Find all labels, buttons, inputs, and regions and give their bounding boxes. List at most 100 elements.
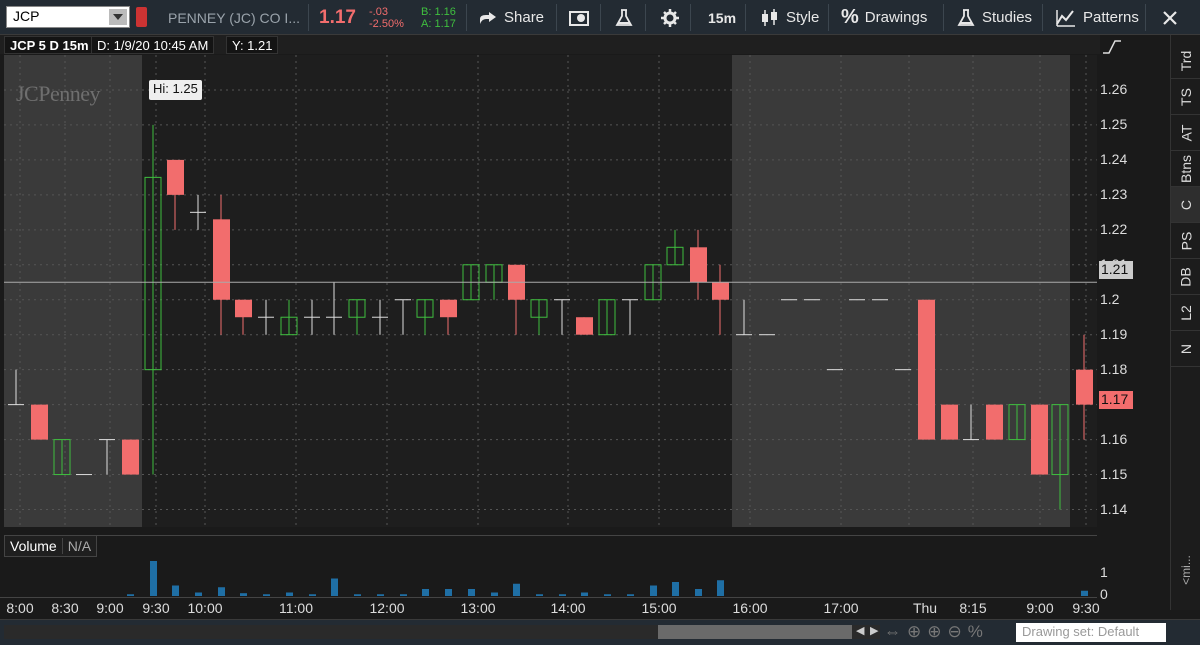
regular-session-bg bbox=[1070, 55, 1097, 527]
volume-bar bbox=[513, 583, 520, 596]
candle bbox=[1008, 404, 1026, 441]
price-tick: 1.23 bbox=[1100, 185, 1128, 202]
tab-db[interactable]: DB bbox=[1171, 259, 1200, 295]
crosshair-y: Y: 1.21 bbox=[226, 36, 279, 54]
tab-trd[interactable]: Trd bbox=[1171, 43, 1200, 79]
price-tick: 1.26 bbox=[1100, 80, 1128, 97]
candles-icon bbox=[762, 8, 777, 26]
volume-tick: 0 bbox=[1100, 586, 1108, 602]
price-tick: 1.19 bbox=[1100, 325, 1128, 342]
zoom-out-icon[interactable]: ⊖ bbox=[948, 622, 962, 642]
time-tick: 11:00 bbox=[279, 600, 313, 616]
time-tick: 15:00 bbox=[641, 600, 677, 616]
volume-bar bbox=[695, 589, 702, 596]
candle bbox=[122, 439, 139, 475]
tab-label: N bbox=[1178, 343, 1194, 354]
volume-bar bbox=[627, 594, 634, 596]
more-tab-label: <mi... bbox=[1178, 555, 1193, 585]
timeframe-button[interactable]: 15m bbox=[708, 0, 736, 35]
tab-label: L2 bbox=[1177, 304, 1194, 321]
horizontal-scrollbar[interactable]: ◀ ▶ bbox=[4, 625, 880, 639]
drawing-set-field[interactable]: Drawing set: Default bbox=[1016, 623, 1166, 642]
gear-icon bbox=[661, 8, 679, 27]
price-chart[interactable] bbox=[4, 55, 1097, 527]
volume-bar bbox=[127, 594, 134, 596]
scroll-left-icon[interactable]: ◀ bbox=[856, 624, 864, 637]
share-label: Share bbox=[504, 9, 545, 26]
patterns-label: Patterns bbox=[1083, 9, 1139, 26]
volume-pane[interactable] bbox=[4, 535, 1097, 597]
zoom-in-icon[interactable]: ⊕ bbox=[927, 622, 941, 642]
crosshair-icon[interactable]: ⊕ bbox=[907, 622, 921, 642]
close-icon bbox=[1163, 10, 1177, 25]
tab-ps[interactable]: PS bbox=[1171, 223, 1200, 259]
flag-icon[interactable] bbox=[136, 7, 147, 27]
symbol-selector[interactable]: JCP bbox=[6, 6, 130, 28]
candle bbox=[918, 299, 935, 440]
price-axis[interactable]: 1.26 1.25 1.24 1.23 1.22 1.21 1.2 1.19 1.18 1.17 1… bbox=[1097, 40, 1167, 602]
top-toolbar: JCP PENNEY (JC) CO I... 1.17 -.03 -2.50%… bbox=[0, 0, 1200, 35]
crosshair-date: D: 1/9/20 10:45 AM bbox=[91, 36, 215, 54]
time-tick: 8:00 bbox=[6, 600, 34, 616]
tab-label: C bbox=[1178, 199, 1194, 210]
tab-at[interactable]: AT bbox=[1171, 115, 1200, 151]
volume-bar bbox=[491, 592, 498, 596]
volume-bar bbox=[400, 594, 407, 596]
time-tick: 9:00 bbox=[96, 600, 124, 616]
tab-btns[interactable]: Btns bbox=[1171, 151, 1200, 187]
patterns-icon bbox=[1056, 9, 1075, 27]
candles-svg bbox=[4, 55, 1097, 527]
tab-ts[interactable]: TS bbox=[1171, 79, 1200, 115]
volume-bar bbox=[195, 592, 202, 596]
volume-bar bbox=[354, 594, 361, 596]
change-block: -.03 -2.50% bbox=[369, 0, 404, 35]
last-price-tag: 1.17 bbox=[1099, 391, 1133, 409]
pan-icon[interactable]: ⇔ bbox=[884, 622, 901, 642]
price-tick: 1.2 bbox=[1100, 290, 1120, 307]
patterns-button[interactable]: Patterns bbox=[1055, 0, 1139, 35]
candle bbox=[986, 404, 1003, 440]
studies-label: Studies bbox=[982, 9, 1033, 26]
tab-l2[interactable]: L2 bbox=[1171, 295, 1200, 331]
flask-button[interactable] bbox=[614, 0, 634, 35]
candle bbox=[99, 439, 115, 475]
scroll-right-icon[interactable]: ▶ bbox=[870, 624, 878, 637]
style-label: Style bbox=[786, 9, 820, 26]
share-button[interactable]: Share bbox=[478, 0, 544, 35]
alerts-button[interactable] bbox=[569, 0, 591, 35]
tab-c[interactable]: C bbox=[1171, 187, 1200, 223]
volume-header: Volume N/A bbox=[4, 535, 98, 557]
tab-label: Btns bbox=[1177, 154, 1194, 183]
high-label: Hi: 1.25 bbox=[149, 80, 202, 100]
volume-value: N/A bbox=[61, 538, 96, 554]
volume-bar bbox=[263, 594, 270, 596]
scrollbar-thumb[interactable] bbox=[658, 625, 852, 639]
volume-bar bbox=[536, 594, 543, 596]
price-tick: 1.15 bbox=[1100, 465, 1128, 482]
volume-bar bbox=[240, 593, 247, 596]
candle bbox=[1051, 404, 1069, 510]
chart-title[interactable]: JCP 5 D 15m bbox=[4, 36, 95, 54]
price-tick: 1.18 bbox=[1100, 360, 1128, 377]
style-button[interactable]: Style bbox=[760, 0, 819, 35]
candle bbox=[576, 317, 593, 335]
chevron-down-icon[interactable] bbox=[109, 9, 127, 25]
price-tick: 1.24 bbox=[1100, 150, 1128, 167]
candle bbox=[8, 369, 24, 406]
symbol-value: JCP bbox=[13, 8, 40, 24]
candle bbox=[1031, 404, 1048, 475]
time-tick: 9:30 bbox=[1072, 600, 1100, 616]
close-button[interactable] bbox=[1160, 0, 1180, 35]
volume-bar bbox=[172, 585, 179, 596]
percent-icon[interactable]: % bbox=[968, 622, 983, 642]
settings-button[interactable] bbox=[660, 0, 680, 35]
candle bbox=[736, 299, 752, 336]
volume-bar bbox=[559, 594, 566, 596]
time-axis[interactable]: 8:00 8:30 9:00 9:30 10:00 11:00 12:00 13:00 14:0… bbox=[0, 597, 1100, 619]
studies-button[interactable]: Studies bbox=[956, 0, 1032, 35]
drawings-button[interactable]: % Drawings bbox=[841, 0, 927, 35]
tab-n[interactable]: N bbox=[1171, 331, 1200, 367]
more-tab[interactable]: <mi... bbox=[1171, 540, 1200, 600]
autoscale-icon[interactable] bbox=[1101, 37, 1123, 59]
time-tick: 14:00 bbox=[550, 600, 586, 616]
